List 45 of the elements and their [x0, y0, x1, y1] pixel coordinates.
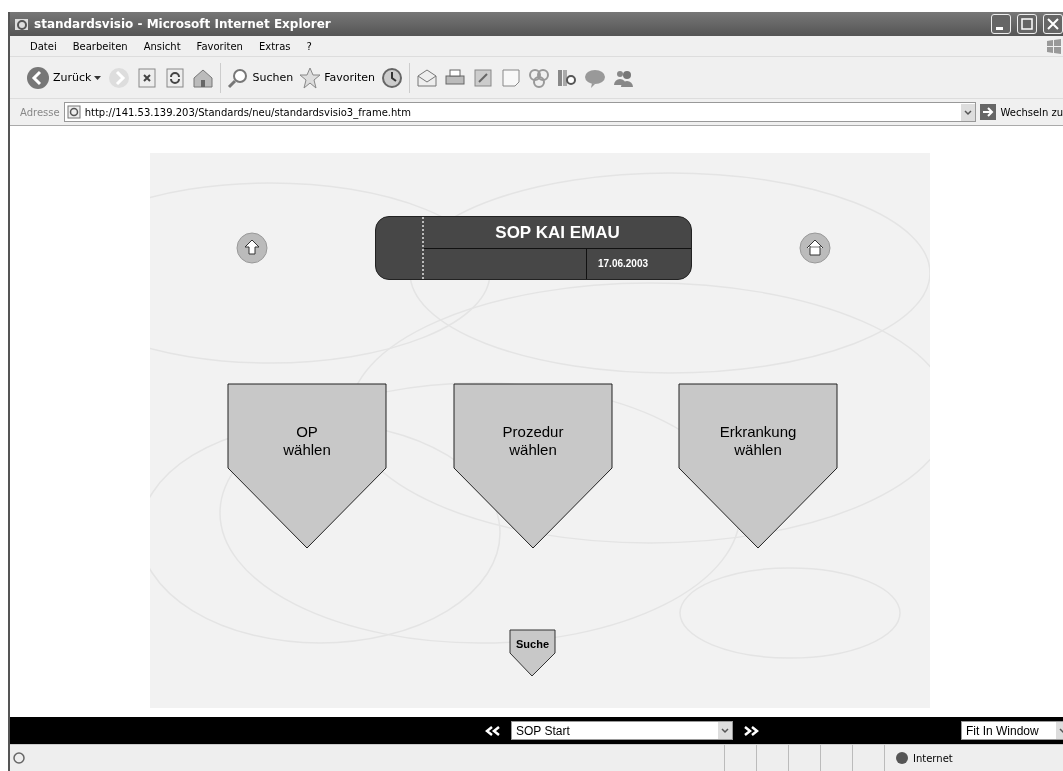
page-title: SOP KAI EMAU — [494, 223, 621, 243]
page-icon — [66, 105, 81, 119]
next-page-button[interactable] — [743, 725, 759, 736]
choice-button[interactable]: Prozedur wählen — [453, 383, 613, 549]
back-button[interactable]: Zurück — [26, 65, 103, 90]
zoom-select[interactable]: Fit In Window — [961, 721, 1063, 740]
edit-icon[interactable] — [472, 66, 495, 89]
go-button[interactable]: Wechseln zu — [980, 104, 1063, 120]
stop-icon[interactable] — [136, 66, 159, 89]
date-label: 17.06.2003 — [598, 258, 649, 269]
maximize-icon — [1021, 18, 1033, 30]
minimize-button[interactable] — [991, 14, 1011, 34]
choice-button[interactable]: OP wählen — [227, 383, 387, 549]
windows-logo-icon — [1045, 38, 1063, 54]
refresh-icon[interactable] — [164, 66, 187, 89]
menu-item[interactable]: Ansicht — [135, 40, 189, 52]
globe-icon — [895, 751, 909, 765]
page-icon — [12, 751, 26, 765]
maximize-button[interactable] — [1017, 14, 1037, 34]
arrow-icon — [980, 104, 997, 120]
choice-button[interactable]: Erkrankung wählen — [678, 383, 838, 549]
search-button[interactable]: Suchen — [227, 66, 294, 89]
menu-item[interactable]: Extras — [250, 40, 299, 52]
address-label: Adresse — [20, 106, 60, 118]
search-button[interactable]: Suche — [509, 629, 556, 677]
close-icon — [1047, 18, 1059, 30]
caret-icon — [94, 74, 103, 81]
window-title: standardsvisio - Microsoft Internet Explorer — [34, 17, 331, 31]
favorites-button[interactable]: Favoriten — [299, 66, 376, 89]
menu-item[interactable]: Favoriten — [188, 40, 251, 52]
browser-icon — [14, 16, 30, 32]
star-icon — [299, 66, 322, 89]
zone-label: Internet — [913, 752, 953, 764]
previous-page-button[interactable] — [485, 725, 501, 736]
menu-item[interactable]: ? — [298, 40, 320, 52]
menu-item[interactable]: Datei — [22, 40, 65, 52]
minimize-icon — [996, 26, 1003, 30]
page-select[interactable]: SOP Start — [511, 721, 733, 740]
search-icon — [227, 66, 250, 89]
history-icon[interactable] — [381, 66, 404, 89]
menu-item[interactable]: Bearbeiten — [64, 40, 136, 52]
address-field[interactable]: http://141.53.139.203/Standards/neu/standardsvisio3_frame.htm — [63, 102, 977, 122]
close-button[interactable] — [1043, 14, 1063, 34]
home-button[interactable] — [799, 232, 831, 264]
up-button[interactable] — [236, 232, 268, 264]
